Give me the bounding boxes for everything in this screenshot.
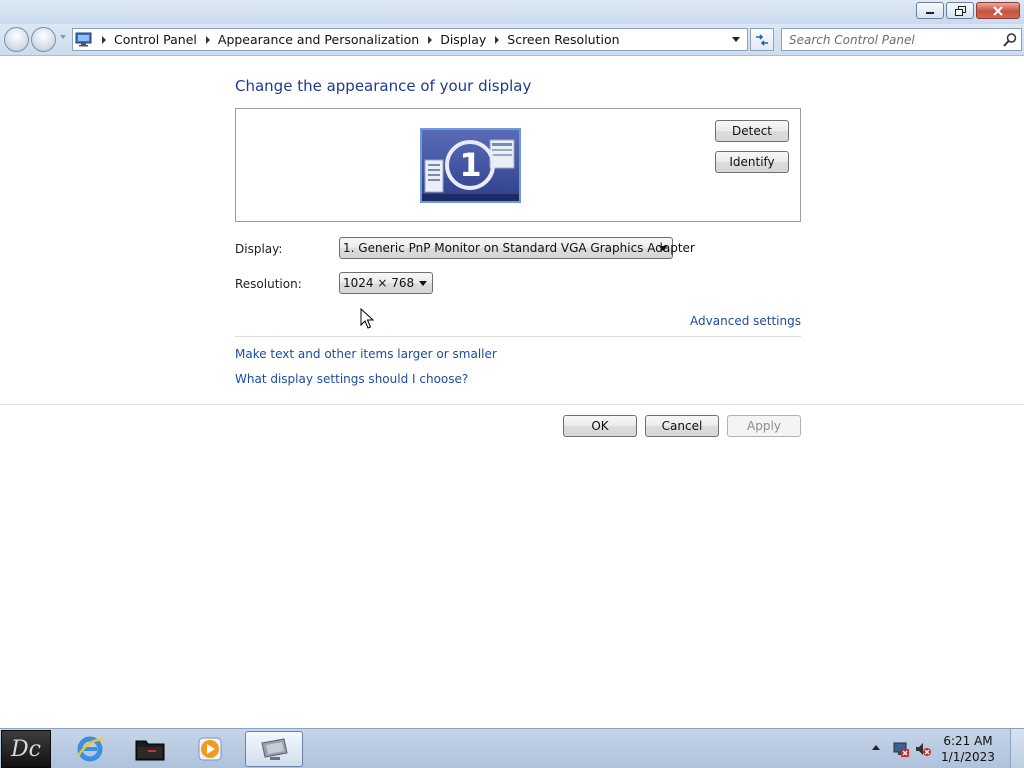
show-hidden-icons-button[interactable] — [872, 745, 880, 750]
monitor-number-label: 1 — [459, 146, 482, 184]
detect-button[interactable]: Detect — [715, 120, 789, 142]
breadcrumb-separator-icon — [428, 35, 433, 44]
monitor-1-thumbnail[interactable]: 1 — [420, 128, 521, 203]
breadcrumb-appearance[interactable]: Appearance and Personalization — [218, 32, 419, 47]
search-box[interactable] — [781, 28, 1022, 51]
caption-buttons — [914, 2, 1020, 19]
show-desktop-button[interactable] — [1010, 729, 1024, 768]
search-button[interactable] — [1002, 32, 1018, 48]
chevron-down-icon — [659, 246, 667, 251]
apply-button[interactable]: Apply — [727, 415, 801, 437]
page-title: Change the appearance of your display — [235, 77, 532, 95]
refresh-button[interactable] — [750, 28, 774, 51]
footer-divider — [0, 404, 1024, 405]
breadcrumb-separator-icon — [205, 35, 210, 44]
address-history-dropdown[interactable] — [725, 29, 747, 50]
address-bar[interactable]: Control Panel Appearance and Personaliza… — [72, 28, 748, 51]
mouse-pointer-icon — [360, 308, 374, 329]
breadcrumb-separator-icon — [495, 35, 500, 44]
text-size-link[interactable]: Make text and other items larger or smal… — [235, 347, 497, 361]
start-button[interactable]: Dc — [1, 730, 51, 768]
display-select[interactable]: 1. Generic PnP Monitor on Standard VGA G… — [339, 237, 695, 259]
display-help-link[interactable]: What display settings should I choose? — [235, 372, 468, 386]
display-settings-icon — [261, 738, 288, 760]
minimize-button[interactable] — [916, 2, 944, 19]
resolution-select-value: 1024 × 768 — [343, 276, 415, 290]
cancel-button[interactable]: Cancel — [645, 415, 719, 437]
forward-button[interactable] — [31, 27, 56, 52]
display-select-value: 1. Generic PnP Monitor on Standard VGA G… — [343, 241, 695, 255]
monitor-preview-panel: 1 Detect Identify — [235, 108, 801, 222]
navigation-bar: Control Panel Appearance and Personaliza… — [0, 24, 1024, 56]
breadcrumb-separator-icon — [102, 35, 106, 44]
search-input[interactable] — [782, 29, 997, 50]
minimize-icon — [926, 11, 934, 14]
chevron-down-icon — [732, 37, 740, 42]
taskbar: Dc 6:21 AM 1/1/2023 — [0, 728, 1024, 768]
ok-button[interactable]: OK — [563, 415, 637, 437]
back-button[interactable] — [4, 27, 29, 52]
network-warning-icon[interactable] — [892, 740, 910, 758]
search-icon — [1003, 33, 1017, 47]
breadcrumb-display[interactable]: Display — [440, 32, 486, 47]
clock[interactable]: 6:21 AM 1/1/2023 — [938, 733, 998, 765]
chevron-down-icon — [419, 281, 427, 286]
advanced-settings-link[interactable]: Advanced settings — [690, 314, 801, 328]
clock-date: 1/1/2023 — [941, 750, 995, 764]
internet-explorer-icon — [76, 736, 104, 762]
control-panel-icon — [75, 32, 92, 47]
clock-time: 6:21 AM — [943, 734, 993, 748]
system-tray: 6:21 AM 1/1/2023 — [864, 729, 1024, 768]
breadcrumb-screen-resolution[interactable]: Screen Resolution — [507, 32, 619, 47]
media-player-icon — [198, 737, 222, 761]
taskbar-media-player[interactable] — [181, 731, 239, 767]
taskbar-folder[interactable] — [121, 731, 179, 767]
recent-pages-dropdown[interactable] — [60, 35, 66, 39]
divider — [235, 336, 801, 337]
folder-icon — [135, 740, 165, 761]
identify-button[interactable]: Identify — [715, 151, 789, 173]
taskbar-control-panel[interactable] — [245, 731, 303, 767]
close-icon — [993, 5, 1003, 16]
title-bar — [0, 0, 1024, 24]
taskbar-internet-explorer[interactable] — [61, 731, 119, 767]
restore-button[interactable] — [946, 2, 974, 19]
volume-muted-icon[interactable] — [914, 740, 932, 758]
refresh-icon — [756, 33, 768, 46]
display-label: Display: — [235, 242, 283, 256]
restore-icon — [954, 5, 966, 16]
breadcrumb-control-panel[interactable]: Control Panel — [114, 32, 197, 47]
resolution-label: Resolution: — [235, 277, 302, 291]
resolution-select[interactable]: 1024 × 768 — [339, 272, 433, 294]
close-button[interactable] — [976, 2, 1020, 19]
start-logo-text: Dc — [11, 736, 41, 762]
